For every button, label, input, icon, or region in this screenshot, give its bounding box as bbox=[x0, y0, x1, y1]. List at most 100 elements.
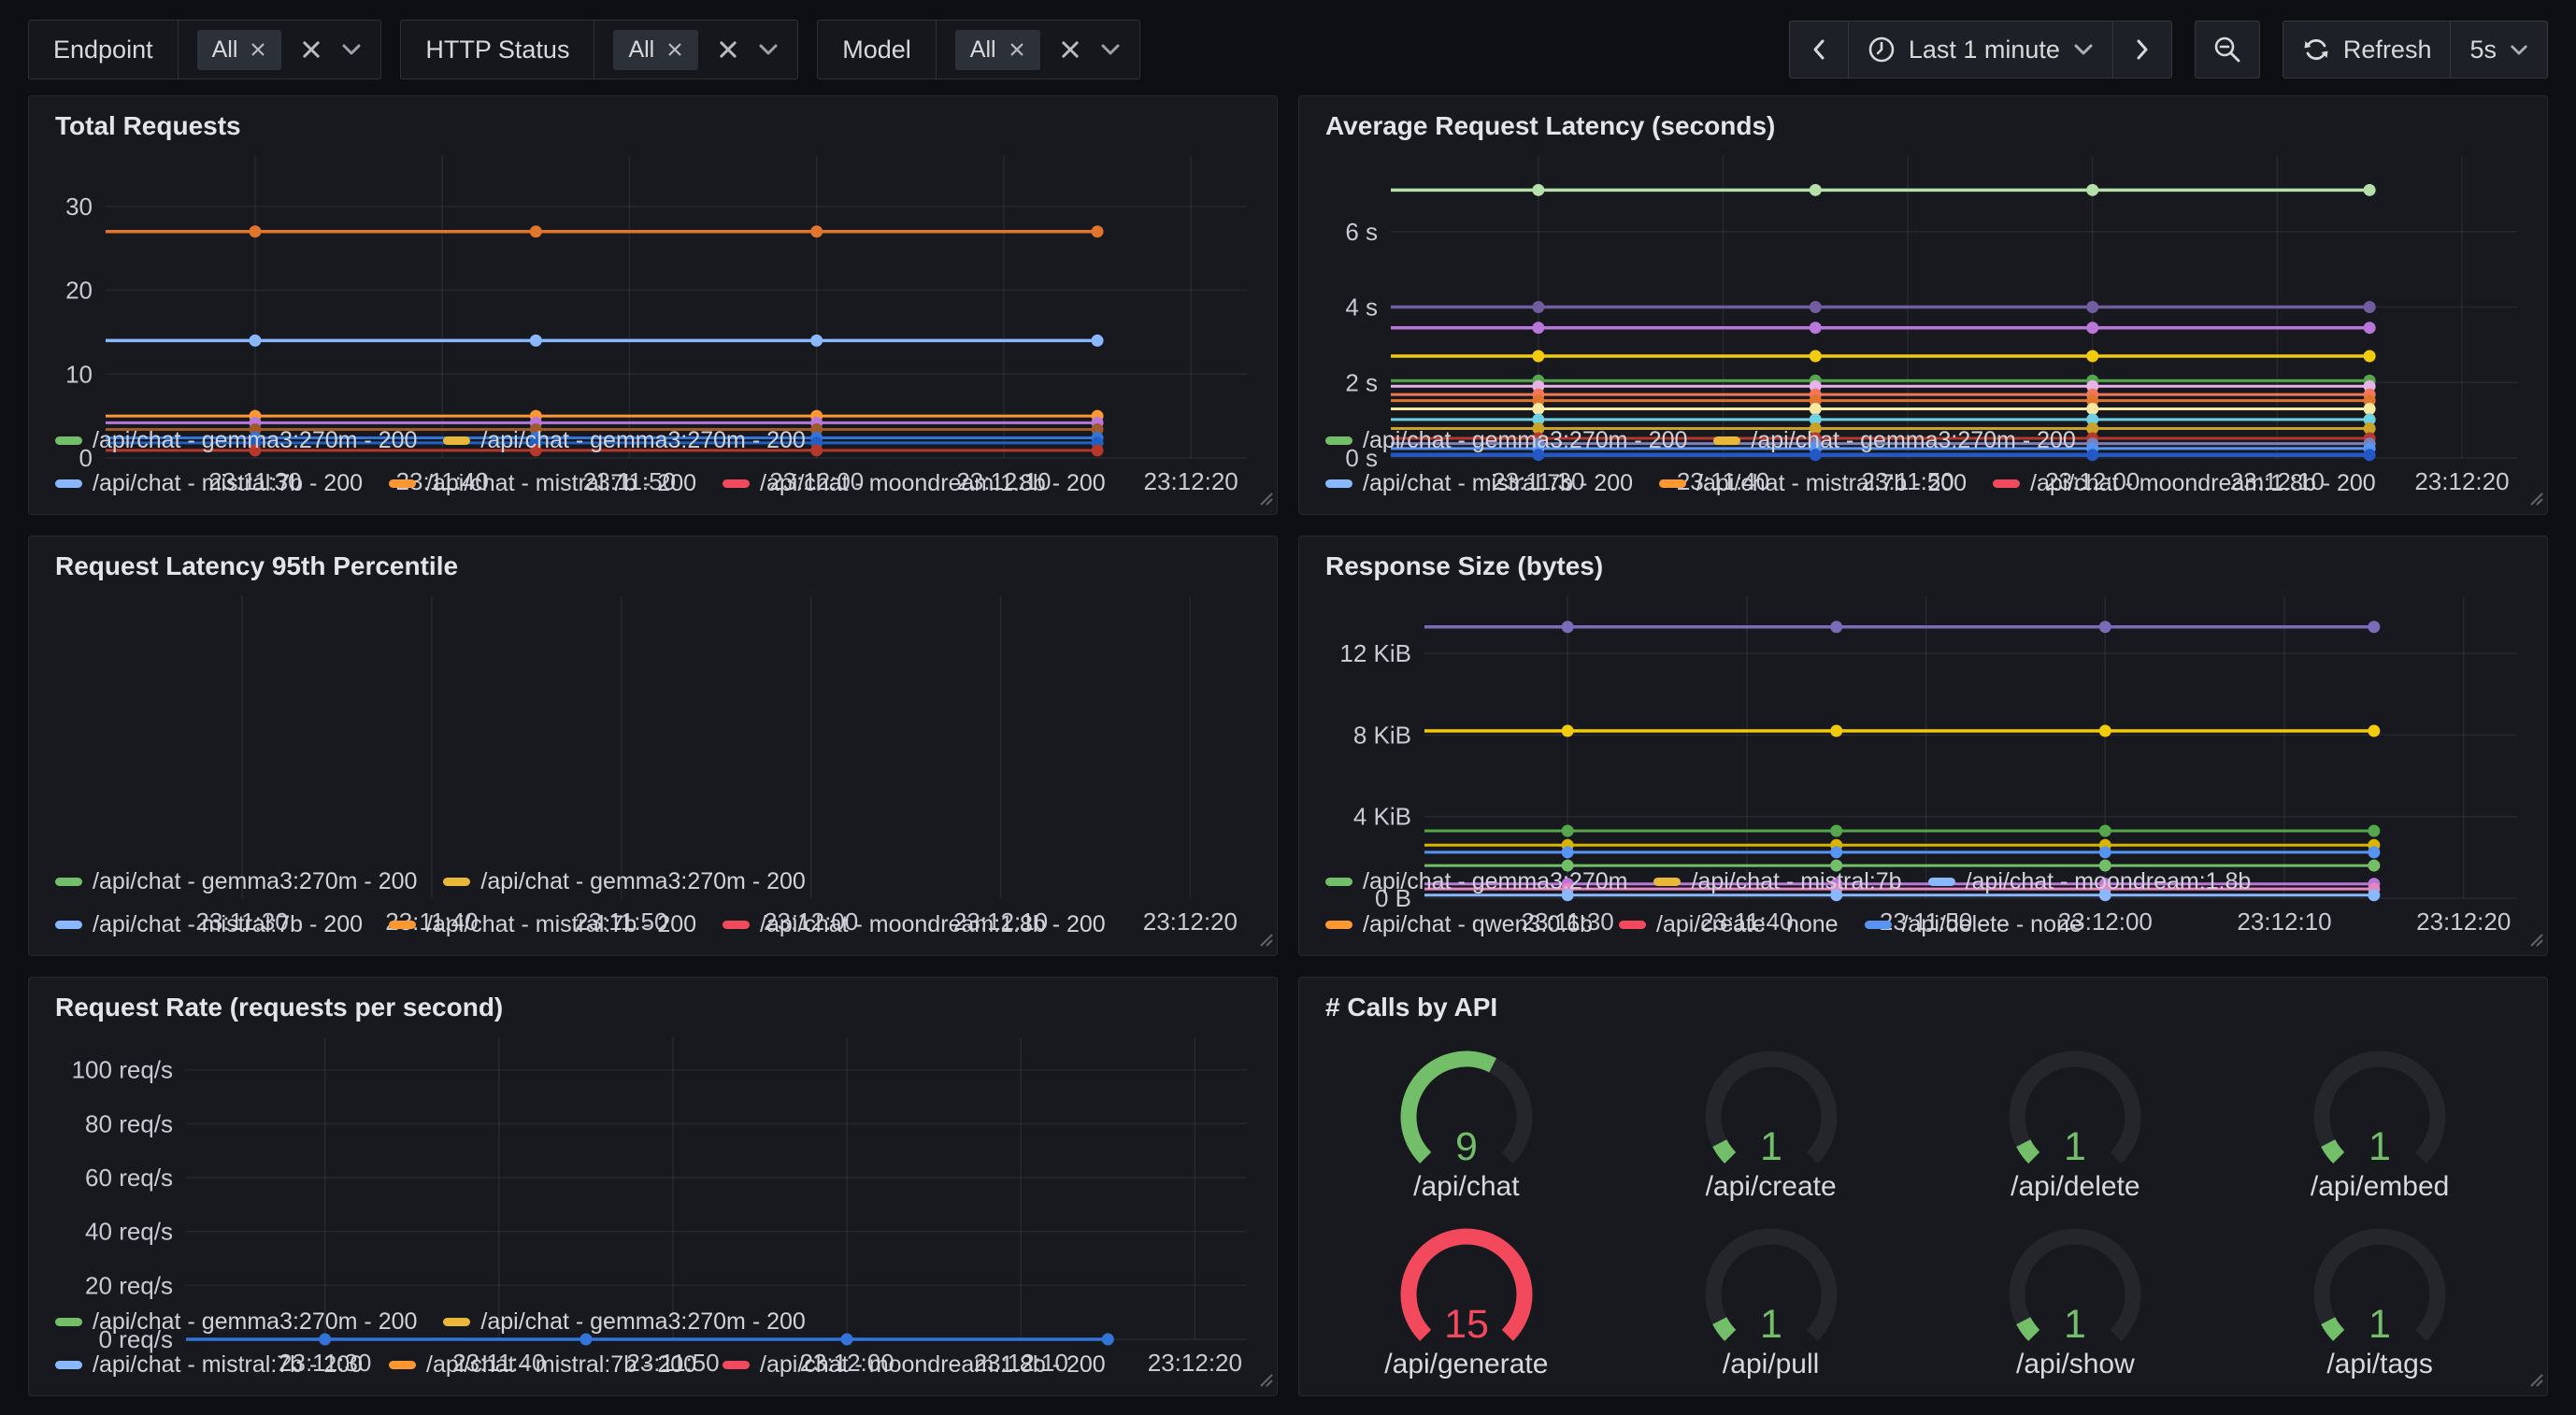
zoom-out-time-button[interactable] bbox=[2195, 21, 2260, 79]
magnifier-minus-icon bbox=[2212, 35, 2242, 64]
refresh-interval-button[interactable]: 5s bbox=[2450, 21, 2547, 78]
legend-item[interactable]: /api/chat - moondream:1.8b - 200 bbox=[1993, 470, 2376, 497]
legend-item[interactable]: /api/chat - mistral:7b - 200 bbox=[389, 1351, 696, 1379]
refresh-label: Refresh bbox=[2343, 36, 2432, 64]
panel-resize-handle[interactable] bbox=[1256, 1370, 1273, 1392]
chart-response-size[interactable]: 0 B4 KiB8 KiB12 KiB23:11:3023:11:4023:11… bbox=[1314, 585, 2532, 851]
legend-item[interactable]: /api/chat - gemma3:270m - 200 bbox=[1713, 427, 2075, 454]
grafana-dashboard: EndpointAllHTTP StatusAllModelAll Last 1… bbox=[0, 0, 2576, 1415]
gauge-arc: 1 bbox=[2277, 1207, 2483, 1349]
legend-item[interactable]: /api/chat - moondream:1.8b - 200 bbox=[723, 470, 1106, 497]
legend-item[interactable]: /api/chat - moondream:1.8b bbox=[1928, 868, 2252, 895]
legend-row: /api/chat - mistral:7b - 200/api/chat - … bbox=[55, 1351, 1262, 1379]
time-picker-group: Last 1 minute bbox=[1789, 21, 2172, 79]
gauge-label: /api/pull bbox=[1723, 1349, 1819, 1380]
series-point bbox=[1092, 335, 1104, 347]
legend-item[interactable]: /api/chat - gemma3:270m - 200 bbox=[443, 1308, 805, 1336]
legend-series-label: /api/chat - gemma3:270m - 200 bbox=[93, 427, 417, 454]
remove-value-icon[interactable] bbox=[666, 41, 683, 58]
panel-title[interactable]: Average Request Latency (seconds) bbox=[1325, 111, 2532, 141]
legend-item[interactable]: /api/chat - mistral:7b - 200 bbox=[389, 911, 696, 938]
legend-item[interactable]: /api/chat - gemma3:270m - 200 bbox=[443, 868, 805, 895]
refresh-interval-label: 5s bbox=[2469, 36, 2497, 64]
legend-series-label: /api/chat - gemma3:270m - 200 bbox=[480, 427, 805, 454]
legend-item[interactable]: /api/chat - mistral:7b - 200 bbox=[1325, 470, 1633, 497]
gauge-value: 1 bbox=[2064, 1302, 2086, 1347]
filter-model: ModelAll bbox=[817, 20, 1139, 79]
panel-resize-handle[interactable] bbox=[1256, 489, 1273, 510]
legend-item[interactable]: /api/chat - gemma3:270m - 200 bbox=[55, 868, 417, 895]
panel-resize-handle[interactable] bbox=[2526, 930, 2543, 951]
gauge-api-tags: 1/api/tags bbox=[2277, 1207, 2483, 1380]
clear-filter-icon[interactable] bbox=[717, 38, 739, 61]
panel-title[interactable]: Request Rate (requests per second) bbox=[55, 993, 1262, 1022]
legend-series-label: /api/chat - qwen3:0.6b bbox=[1363, 911, 1593, 938]
legend-item[interactable]: /api/chat - mistral:7b - 200 bbox=[55, 1351, 363, 1379]
legend-item[interactable]: /api/chat - gemma3:270m - 200 bbox=[1325, 427, 1687, 454]
chart-request-latency-95th-percentile[interactable]: 23:11:3023:11:4023:11:5023:12:0023:12:10… bbox=[44, 585, 1262, 851]
series-point bbox=[1810, 350, 1822, 362]
filter-label: Endpoint bbox=[29, 21, 179, 79]
legend-item[interactable]: /api/chat - qwen3:0.6b bbox=[1325, 911, 1593, 938]
y-axis-tick-label: 4 s bbox=[1345, 293, 1378, 322]
legend-series-label: /api/chat - gemma3:270m - 200 bbox=[480, 868, 805, 895]
series-point bbox=[2368, 725, 2380, 737]
refresh-group: Refresh 5s bbox=[2283, 21, 2548, 79]
panel-title[interactable]: Total Requests bbox=[55, 111, 1262, 141]
legend-item[interactable]: /api/chat - gemma3:270m - 200 bbox=[55, 427, 417, 454]
chart-request-rate[interactable]: 0 req/s20 req/s40 req/s60 req/s80 req/s1… bbox=[44, 1026, 1262, 1293]
filter-value-picker[interactable]: All bbox=[594, 21, 797, 79]
chevron-down-icon bbox=[341, 43, 362, 56]
filter-value-picker[interactable]: All bbox=[179, 21, 381, 79]
filter-value-text: All bbox=[212, 36, 238, 64]
legend-item[interactable]: /api/chat - gemma3:270m bbox=[1325, 868, 1627, 895]
remove-value-icon[interactable] bbox=[1009, 41, 1025, 58]
series-point bbox=[2099, 622, 2111, 634]
time-range-button[interactable]: Last 1 minute bbox=[1848, 21, 2112, 78]
panel-resize-handle[interactable] bbox=[2526, 1370, 2543, 1392]
panel-title[interactable]: Response Size (bytes) bbox=[1325, 551, 2532, 581]
legend-item[interactable]: /api/chat - mistral:7b bbox=[1653, 868, 1901, 895]
gauge-arc: 1 bbox=[1972, 1029, 2178, 1171]
time-shift-back-button[interactable] bbox=[1790, 21, 1848, 78]
panel-title[interactable]: Request Latency 95th Percentile bbox=[55, 551, 1262, 581]
legend-item[interactable]: /api/chat - mistral:7b - 200 bbox=[389, 470, 696, 497]
gauge-arc: 1 bbox=[1668, 1207, 1874, 1349]
chart-total-requests[interactable]: 010203023:11:3023:11:4023:11:5023:12:002… bbox=[44, 145, 1262, 411]
filter-value-chip[interactable]: All bbox=[955, 30, 1040, 70]
legend-series-label: /api/chat - mistral:7b - 200 bbox=[93, 470, 363, 497]
legend-item[interactable]: /api/chat - gemma3:270m - 200 bbox=[55, 1308, 417, 1336]
legend-item[interactable]: /api/chat - mistral:7b - 200 bbox=[55, 470, 363, 497]
clear-filter-icon[interactable] bbox=[300, 38, 322, 61]
legend-series-color bbox=[1325, 921, 1352, 929]
y-axis-tick-label: 20 bbox=[65, 277, 93, 305]
legend-item[interactable]: /api/create - none bbox=[1619, 911, 1839, 938]
filter-bar: EndpointAllHTTP StatusAllModelAll bbox=[28, 20, 1140, 79]
filter-value-picker[interactable]: All bbox=[937, 21, 1139, 79]
time-shift-forward-button[interactable] bbox=[2112, 21, 2171, 78]
panel-resize-handle[interactable] bbox=[1256, 930, 1273, 951]
chart-average-request-latency[interactable]: 0 s2 s4 s6 s23:11:3023:11:4023:11:5023:1… bbox=[1314, 145, 2532, 411]
legend-series-label: /api/chat - mistral:7b - 200 bbox=[426, 1351, 696, 1379]
legend-item[interactable]: /api/chat - mistral:7b - 200 bbox=[1659, 470, 1967, 497]
legend-series-label: /api/delete - none bbox=[1902, 911, 2082, 938]
filter-value-text: All bbox=[628, 36, 654, 64]
clear-filter-icon[interactable] bbox=[1059, 38, 1081, 61]
remove-value-icon[interactable] bbox=[250, 41, 266, 58]
legend-item[interactable]: /api/chat - moondream:1.8b - 200 bbox=[723, 1351, 1106, 1379]
refresh-icon bbox=[2302, 36, 2330, 64]
legend-item[interactable]: /api/chat - gemma3:270m - 200 bbox=[443, 427, 805, 454]
legend-series-color bbox=[723, 479, 750, 488]
filter-value-chip[interactable]: All bbox=[197, 30, 282, 70]
gauge-api-create: 1/api/create bbox=[1668, 1029, 1874, 1203]
panel-title[interactable]: # Calls by API bbox=[1325, 993, 2532, 1022]
chevron-down-icon bbox=[2073, 43, 2094, 56]
legend-series-label: /api/chat - moondream:1.8b - 200 bbox=[760, 1351, 1106, 1379]
filter-value-chip[interactable]: All bbox=[613, 30, 698, 70]
legend-item[interactable]: /api/chat - moondream:1.8b - 200 bbox=[723, 911, 1106, 938]
legend-item[interactable]: /api/delete - none bbox=[1865, 911, 2082, 938]
legend-item[interactable]: /api/chat - mistral:7b - 200 bbox=[55, 911, 363, 938]
refresh-button[interactable]: Refresh bbox=[2283, 21, 2451, 78]
gauge-label: /api/create bbox=[1706, 1171, 1837, 1203]
panel-resize-handle[interactable] bbox=[2526, 489, 2543, 510]
